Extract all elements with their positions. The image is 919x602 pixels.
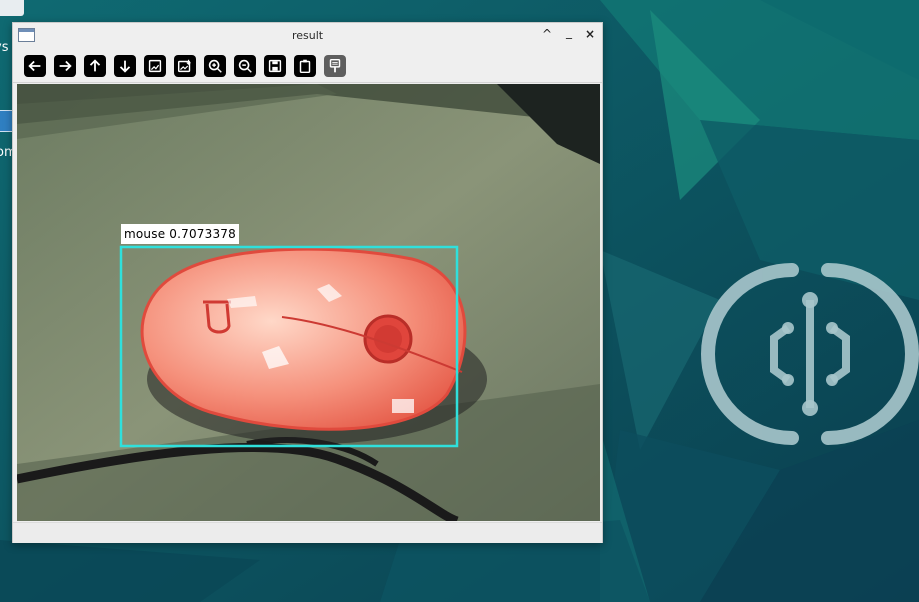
properties-icon[interactable] [324,55,346,77]
minimize-button[interactable]: _ [562,25,576,39]
close-button[interactable]: × [583,27,597,41]
image-save-icon[interactable] [174,55,196,77]
zoom-out-icon[interactable] [234,55,256,77]
clipboard-icon[interactable] [294,55,316,77]
image-icon[interactable] [144,55,166,77]
maximize-button[interactable]: ^ [540,27,554,41]
image-canvas[interactable]: mouse 0.7073378 [17,84,600,521]
desktop-icon-computer[interactable] [0,0,24,16]
zoom-in-icon[interactable] [204,55,226,77]
arrow-left-icon[interactable] [24,55,46,77]
titlebar[interactable]: result ^ _ × [13,23,602,49]
detection-label: mouse 0.7073378 [121,224,239,244]
save-icon[interactable] [264,55,286,77]
status-bar [13,522,602,543]
arrow-down-icon[interactable] [114,55,136,77]
window-title: result [291,29,324,42]
arrow-right-icon[interactable] [54,55,76,77]
detection-image [17,84,600,521]
desktop-icon-label: ys [0,40,9,55]
arrow-up-icon[interactable] [84,55,106,77]
toolbar [13,49,602,83]
result-window: result ^ _ × mouse 0.7073378 [12,22,603,543]
